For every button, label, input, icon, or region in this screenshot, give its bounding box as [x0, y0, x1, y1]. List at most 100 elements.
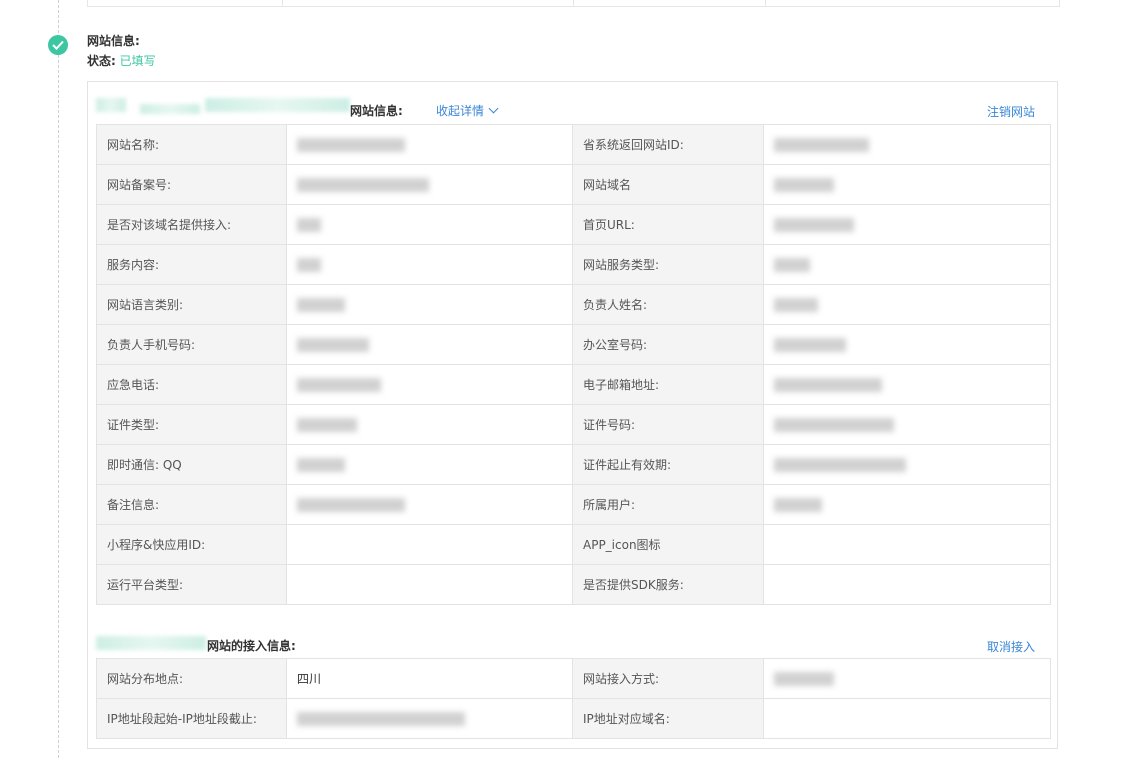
field-label: 省系统返回网站ID: — [572, 124, 764, 165]
redacted-value — [774, 377, 882, 392]
field-value — [286, 564, 573, 605]
cancel-access-link[interactable]: 取消接入 — [987, 638, 1035, 655]
field-label: 证件号码: — [572, 404, 764, 445]
field-value — [286, 204, 573, 245]
table-row: IP地址段起始-IP地址段截止: IP地址对应域名: — [96, 698, 1051, 739]
field-label: APP_icon图标 — [572, 524, 764, 565]
redacted-value — [297, 337, 369, 352]
redacted-value — [297, 217, 321, 232]
field-label: 首页URL: — [572, 204, 764, 245]
field-label: 网站分布地点: — [96, 658, 287, 699]
redacted-value — [297, 177, 429, 192]
field-value — [763, 364, 1051, 405]
field-label: 所属用户: — [572, 484, 764, 525]
field-value — [763, 564, 1051, 605]
access-section-title: 网站的接入信息: — [207, 639, 296, 653]
field-label: 电子邮箱地址: — [572, 364, 764, 405]
field-label: 网站语言类别: — [96, 284, 287, 325]
redacted-value — [297, 711, 465, 726]
field-value — [286, 244, 573, 285]
table-row: 运行平台类型: 是否提供SDK服务: — [96, 564, 1051, 605]
table-row: 应急电话: 电子邮箱地址: — [96, 364, 1051, 405]
field-label: 负责人姓名: — [572, 284, 764, 325]
status-value: 已填写 — [119, 54, 156, 68]
field-label: 是否提供SDK服务: — [572, 564, 764, 605]
redacted-value — [774, 671, 834, 686]
field-value: 四川 — [286, 658, 573, 699]
field-label: 办公室号码: — [572, 324, 764, 365]
redacted-value — [297, 417, 357, 432]
field-value — [286, 124, 573, 165]
field-value — [763, 698, 1051, 739]
redacted-value — [774, 137, 869, 152]
field-value — [763, 324, 1051, 365]
masked-text — [140, 104, 200, 114]
field-value — [763, 484, 1051, 525]
table-row: 服务内容: 网站服务类型: — [96, 244, 1051, 285]
field-label: 是否对该域名提供接入: — [96, 204, 287, 245]
field-value — [763, 404, 1051, 445]
status-label: 状态: — [87, 54, 116, 68]
field-label: 网站名称: — [96, 124, 287, 165]
field-value — [763, 204, 1051, 245]
field-label: 即时通信: QQ — [96, 444, 287, 485]
field-value — [763, 284, 1051, 325]
redacted-value — [774, 177, 834, 192]
step-title: 网站信息: — [87, 34, 140, 48]
redacted-value — [297, 297, 345, 312]
site-section-title: 网站信息: — [350, 104, 403, 118]
masked-text — [96, 636, 206, 650]
table-row: 网站备案号: 网站域名 — [96, 164, 1051, 205]
collapse-details-link[interactable]: 收起详情 — [436, 102, 499, 119]
field-label: 网站服务类型: — [572, 244, 764, 285]
field-label: 备注信息: — [96, 484, 287, 525]
field-value — [763, 444, 1051, 485]
field-value — [286, 284, 573, 325]
field-label: IP地址段起始-IP地址段截止: — [96, 698, 287, 739]
field-label: 负责人手机号码: — [96, 324, 287, 365]
field-value — [763, 164, 1051, 205]
field-value — [286, 364, 573, 405]
table-row: 负责人手机号码: 办公室号码: — [96, 324, 1051, 365]
redacted-value — [297, 377, 381, 392]
table-row: 证件类型: 证件号码: — [96, 404, 1051, 445]
table-row: 即时通信: QQ 证件起止有效期: — [96, 444, 1051, 485]
check-icon — [48, 35, 68, 55]
field-value — [763, 524, 1051, 565]
field-value — [286, 324, 573, 365]
field-label: 证件起止有效期: — [572, 444, 764, 485]
table-row: 网站分布地点: 四川 网站接入方式: — [96, 658, 1051, 699]
field-label: 网站域名 — [572, 164, 764, 205]
masked-text — [96, 98, 126, 112]
site-info-table: 网站名称: 省系统返回网站ID: 网站备案号: 网站域名 是否对该域名提供接入: 首页UR… — [96, 124, 1051, 605]
masked-text — [205, 98, 350, 112]
table-row: 网站名称: 省系统返回网站ID: — [96, 124, 1051, 165]
chevron-down-icon — [488, 103, 499, 114]
access-info-table: 网站分布地点: 四川 网站接入方式: IP地址段起始-IP地址段截止: IP地址对应域名… — [96, 658, 1051, 739]
field-value — [286, 484, 573, 525]
previous-table-edge — [87, 0, 1060, 7]
field-value — [763, 658, 1051, 699]
field-label: 服务内容: — [96, 244, 287, 285]
table-row: 备注信息: 所属用户: — [96, 484, 1051, 525]
field-label: 网站接入方式: — [572, 658, 764, 699]
field-label: 运行平台类型: — [96, 564, 287, 605]
field-value — [286, 444, 573, 485]
redacted-value — [297, 257, 321, 272]
table-row: 小程序&快应用ID: APP_icon图标 — [96, 524, 1051, 565]
field-value — [286, 524, 573, 565]
table-row: 是否对该域名提供接入: 首页URL: — [96, 204, 1051, 245]
redacted-value — [774, 457, 906, 472]
collapse-details-label: 收起详情 — [436, 104, 485, 118]
redacted-value — [297, 497, 405, 512]
redacted-value — [774, 337, 846, 352]
field-label: 小程序&快应用ID: — [96, 524, 287, 565]
redacted-value — [297, 137, 405, 152]
table-row: 网站语言类别: 负责人姓名: — [96, 284, 1051, 325]
step-status: 状态: 已填写 — [87, 52, 156, 69]
field-value — [286, 164, 573, 205]
redacted-value — [774, 497, 822, 512]
cancel-website-link[interactable]: 注销网站 — [987, 103, 1035, 120]
redacted-value — [774, 417, 894, 432]
redacted-value — [297, 457, 345, 472]
